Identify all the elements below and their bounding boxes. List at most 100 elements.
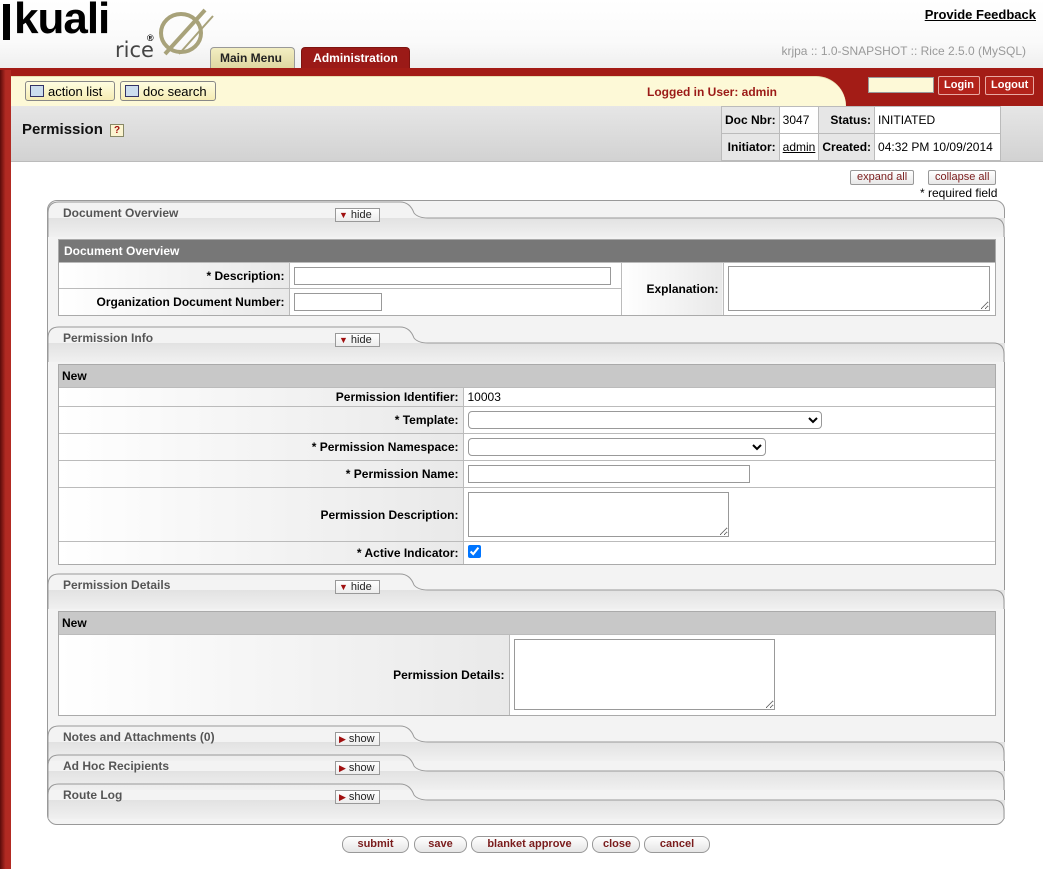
status-label: Status: [818,106,876,134]
provide-feedback-link[interactable]: Provide Feedback [925,7,1036,22]
doc-nbr-label: Doc Nbr: [721,106,780,134]
document-header: Permission ? Doc Nbr: 3047 Status: INITI… [11,106,1043,162]
hide-permission-details-button[interactable]: ▼ hide [335,580,380,594]
submit-button[interactable]: submit [342,836,409,853]
permission-details-label: Permission Details: [59,634,510,715]
tab-main-menu[interactable]: Main Menu [210,47,295,69]
tab-outline [48,573,1005,609]
logo-sub: rice [115,38,154,62]
blanket-approve-button[interactable]: blanket approve [471,836,588,853]
toggle-label: hide [350,334,372,346]
show-notes-attachments-button[interactable]: ▶ show [335,732,380,746]
tab-outline [48,201,1005,237]
toggle-label: show [348,762,375,774]
header-red-bar [0,68,1043,76]
permission-name-cell [463,460,995,488]
panel-tab-permission-details: Permission Details ▼ hide [48,573,1005,609]
org-doc-number-input[interactable] [293,292,382,311]
permission-info-form: Permission Identifier: 10003 * Template:… [59,387,995,564]
explanation-label: Explanation: [620,262,724,315]
permission-identifier-value: 10003 [463,387,995,407]
panel-tab-route-log: Route Log ▶ show [48,783,1005,819]
template-select[interactable] [467,411,822,429]
template-cell [463,406,995,434]
document-overview-section: Document Overview * Description: Explana… [58,239,996,316]
active-indicator-label: * Active Indicator: [59,541,464,564]
permission-name-label: * Permission Name: [59,460,464,488]
triangle-right-icon: ▶ [339,792,346,802]
active-indicator-checkbox[interactable] [467,544,481,558]
page-title: Permission [22,121,103,138]
toggle-label: hide [350,209,372,221]
login-user-input[interactable] [868,77,934,93]
action-list-icon [30,85,44,97]
status-value: INITIATED [874,106,1002,134]
triangle-down-icon: ▼ [339,582,348,592]
collapse-all-button[interactable]: collapse all [928,170,997,185]
version-info: krjpa :: 1.0-SNAPSHOT :: Rice 2.5.0 (MyS… [781,44,1026,58]
panel-tab-document-overview: Document Overview ▼ hide [48,201,1005,237]
permission-description-textarea[interactable] [467,492,729,537]
logo-word: kuali [14,0,110,43]
doc-search-icon [125,85,139,97]
show-adhoc-recipients-button[interactable]: ▶ show [335,761,380,775]
doc-search-label: doc search [143,84,207,99]
permission-details-textarea[interactable] [513,639,775,711]
triangle-down-icon: ▼ [339,210,348,220]
permission-identifier-label: Permission Identifier: [59,387,464,407]
hide-permission-info-button[interactable]: ▼ hide [335,333,380,347]
doc-search-button[interactable]: doc search [120,81,216,101]
permission-name-input[interactable] [467,465,750,483]
tab-title: Ad Hoc Recipients [63,759,170,773]
doc-nbr-value: 3047 [778,106,820,134]
permission-info-section: New Permission Identifier: 10003 * Templ… [58,364,996,565]
tab-title: Notes and Attachments (0) [63,730,215,744]
action-list-button[interactable]: action list [25,81,115,101]
tab-title: Document Overview [63,206,179,220]
show-route-log-button[interactable]: ▶ show [335,790,380,804]
initiator-label: Initiator: [721,133,780,161]
initiator-link[interactable]: admin [783,140,816,154]
document-overview-form: * Description: Explanation: Organization… [59,262,995,315]
tab-title: Permission Info [63,331,154,345]
description-cell [289,262,621,289]
save-button[interactable]: save [414,836,467,853]
logout-button[interactable]: Logout [985,76,1035,95]
tab-title: Route Log [63,788,123,802]
toggle-label: show [348,733,375,745]
close-button[interactable]: close [592,836,640,853]
tab-administration[interactable]: Administration [301,47,410,69]
toolbar: action list doc search Logged in User: a… [11,76,1043,106]
template-label: * Template: [59,406,464,434]
section-header: New [59,365,995,387]
expand-all-button[interactable]: expand all [850,170,915,185]
hide-document-overview-button[interactable]: ▼ hide [335,208,380,222]
kuali-rice-logo[interactable]: kuali ® rice [0,0,215,68]
permission-namespace-select[interactable] [467,438,766,456]
tab-outline [48,326,1005,362]
description-label: * Description: [59,262,290,289]
cancel-button[interactable]: cancel [644,836,710,853]
document-panels: Document Overview ▼ hide Document Overvie… [47,200,1005,825]
required-field-note: * required field [920,186,998,200]
help-icon[interactable]: ? [110,124,124,137]
section-header: Document Overview [59,240,995,262]
explanation-cell [723,262,995,315]
permission-namespace-label: * Permission Namespace: [59,433,464,461]
permission-details-section: New Permission Details: [58,611,996,716]
tab-title: Permission Details [63,578,171,592]
toggle-label: hide [350,581,372,593]
description-input[interactable] [293,266,611,285]
logged-in-user: Logged in User: admin [647,85,778,99]
explanation-textarea[interactable] [727,266,990,312]
login-button[interactable]: Login [938,76,980,95]
active-indicator-cell [463,541,995,564]
org-doc-number-label: Organization Document Number: [59,288,290,315]
panel-tab-permission-info: Permission Info ▼ hide [48,326,1005,362]
created-value: 04:32 PM 10/09/2014 [874,133,1002,161]
logo-bar [3,4,10,40]
section-header: New [59,612,995,634]
permission-description-label: Permission Description: [59,487,464,542]
rice-emblem-icon [159,8,214,56]
permission-details-form: Permission Details: [59,634,995,715]
